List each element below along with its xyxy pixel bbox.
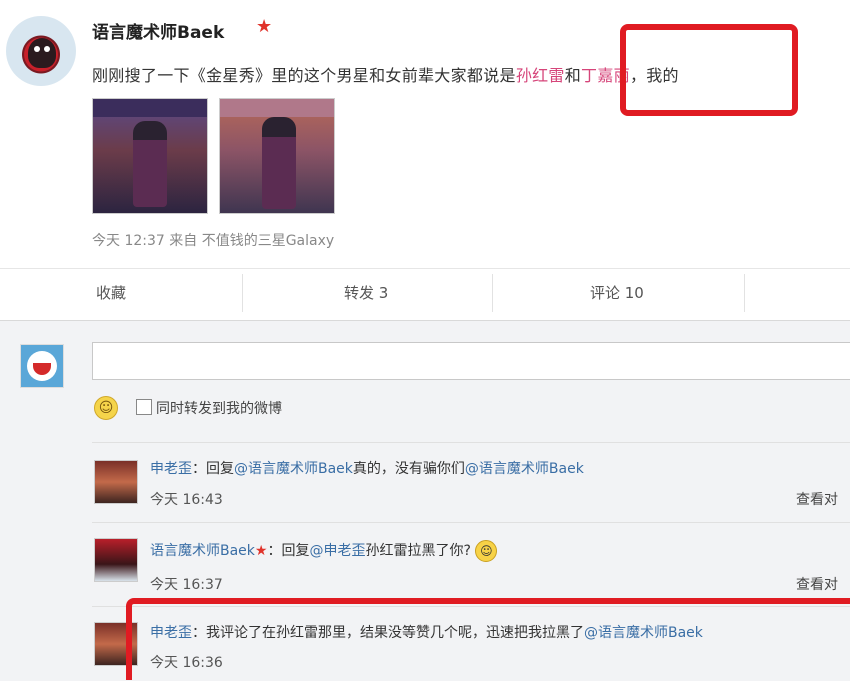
- comment-divider: [92, 442, 850, 443]
- comment-text: 语言魔术师Baek★：回复@申老歪孙红雷拉黑了你? ☺: [150, 540, 498, 562]
- vip-star-icon: ★: [254, 543, 268, 559]
- post-author-avatar[interactable]: [6, 16, 76, 86]
- comment-body: 真的，没有骗你们: [352, 461, 465, 477]
- comment-mention[interactable]: @语言魔术师Baek: [234, 461, 353, 477]
- comment-divider: [92, 522, 850, 523]
- repost-checkbox[interactable]: [136, 399, 152, 415]
- post-text-and: 和: [564, 66, 582, 85]
- post-meta: 今天 12:37 来自 不值钱的三星Galaxy: [92, 233, 335, 249]
- post-text-body: 刚刚搜了一下《金星秀》里的这个男星和女前辈大家都说是: [92, 66, 516, 85]
- repost-button[interactable]: 转发 3: [344, 282, 388, 303]
- vip-star-icon: ★: [256, 16, 273, 37]
- comment-body: 孙红雷拉黑了你?: [365, 543, 471, 559]
- highlight-box-names: [620, 24, 798, 116]
- smiley-emoji-icon: ☺: [475, 540, 498, 562]
- action-divider: [242, 274, 243, 312]
- view-conversation-link[interactable]: 查看对: [796, 574, 838, 594]
- post-author-name[interactable]: 语言魔术师Baek: [92, 18, 224, 43]
- comment-reply-prefix: ：回复: [267, 543, 310, 559]
- comment-avatar[interactable]: [94, 538, 138, 582]
- comment-mention[interactable]: @申老歪: [309, 543, 365, 559]
- post-text: 刚刚搜了一下《金星秀》里的这个男星和女前辈大家都说是孙红雷和丁嘉丽，我的: [92, 62, 679, 86]
- name-link-1[interactable]: 孙红雷: [516, 66, 565, 85]
- comment-text: 申老歪：回复@语言魔术师Baek真的，没有骗你们@语言魔术师Baek: [150, 458, 584, 478]
- comment-user[interactable]: 申老歪: [150, 461, 192, 477]
- comment-time: 今天 16:37: [150, 577, 223, 593]
- highlight-box-comment: [126, 598, 850, 680]
- post-action-bar: [0, 268, 850, 319]
- view-conversation-link[interactable]: 查看对: [796, 489, 838, 509]
- comment-avatar[interactable]: [94, 460, 138, 504]
- comment-button[interactable]: 评论 10: [590, 282, 644, 303]
- comment-mention[interactable]: @语言魔术师Baek: [465, 461, 584, 477]
- comment-reply-prefix: ：回复: [192, 461, 234, 477]
- action-divider: [744, 274, 745, 312]
- comment-user[interactable]: 语言魔术师Baek: [150, 543, 255, 559]
- comment-time: 今天 16:43: [150, 492, 223, 508]
- emoji-icon[interactable]: ☺: [94, 396, 118, 420]
- current-user-avatar: [20, 344, 64, 388]
- repost-checkbox-label: 同时转发到我的微博: [156, 401, 282, 417]
- post-image-2[interactable]: [219, 98, 335, 214]
- action-divider: [492, 274, 493, 312]
- favorite-button[interactable]: 收藏: [96, 282, 126, 303]
- post-image-1[interactable]: [92, 98, 208, 214]
- comment-input[interactable]: [92, 342, 850, 380]
